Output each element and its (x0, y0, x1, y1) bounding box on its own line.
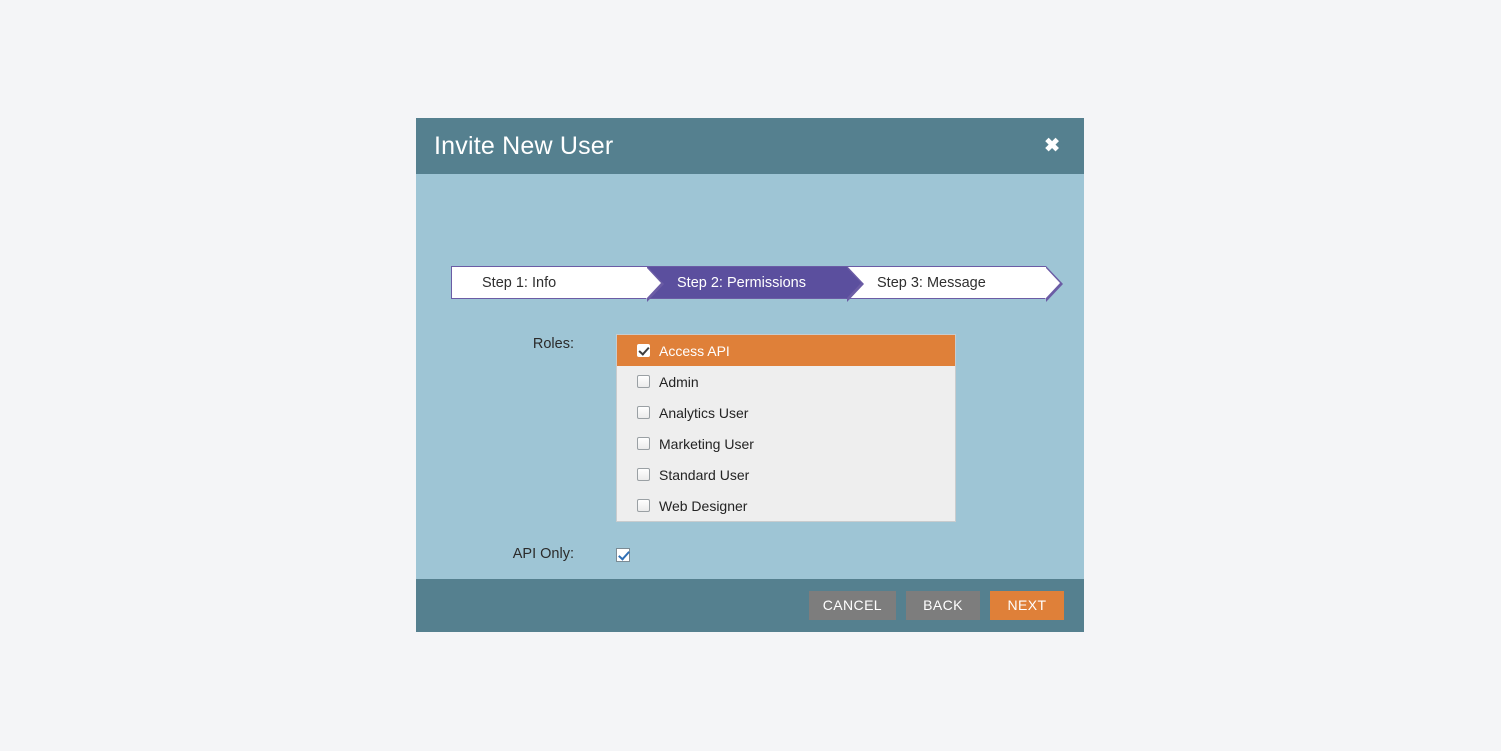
next-button[interactable]: NEXT (990, 591, 1064, 620)
roles-list[interactable]: Access API Admin Analytics User Marketin… (616, 334, 956, 522)
api-only-checkbox-wrap (616, 544, 630, 564)
modal-footer: CANCEL BACK NEXT (416, 579, 1084, 632)
api-only-checkbox[interactable] (616, 547, 630, 562)
modal-header: Invite New User ✖ (416, 118, 1084, 174)
wizard-step-3-label: Step 3: Message (877, 274, 986, 291)
list-item-label: Marketing User (659, 435, 754, 452)
api-only-label: API Only: (512, 546, 574, 562)
checkbox-icon[interactable] (637, 468, 650, 481)
wizard-step-1[interactable]: Step 1: Info (451, 265, 664, 302)
list-item[interactable]: Standard User (617, 459, 955, 490)
list-item-label: Standard User (659, 466, 750, 483)
checkbox-icon[interactable] (637, 406, 650, 419)
cancel-button[interactable]: CANCEL (808, 591, 896, 620)
chevron-right-inner-icon (1045, 267, 1060, 299)
modal-body: Step 1: Info Step 2: Permissions Step 3:… (416, 174, 1084, 579)
close-icon[interactable]: ✖ (1040, 135, 1064, 158)
list-item[interactable]: Web Designer (617, 490, 955, 521)
list-item[interactable]: Access API (617, 335, 955, 366)
checkbox-icon[interactable] (637, 375, 650, 388)
api-only-field-row: API Only: (416, 544, 1084, 564)
back-button[interactable]: BACK (906, 591, 980, 620)
list-item-label: Admin (659, 373, 699, 390)
roles-label: Roles: (532, 336, 574, 352)
wizard-step-1-label: Step 1: Info (482, 274, 557, 291)
list-item-label: Access API (659, 342, 730, 359)
chevron-right-inner-icon (846, 267, 861, 299)
list-item[interactable]: Marketing User (617, 428, 955, 459)
list-item[interactable]: Admin (617, 366, 955, 397)
wizard-step-2-label: Step 2: Permissions (677, 274, 806, 291)
list-item-label: Web Designer (659, 497, 748, 514)
checkbox-icon[interactable] (637, 344, 650, 357)
invite-new-user-modal: Invite New User ✖ Step 1: Info Step 2: P… (416, 118, 1084, 632)
wizard-step-3[interactable]: Step 3: Message (847, 265, 1063, 302)
roles-field-row: Roles: Access API Admin Analytics User M… (416, 334, 1084, 522)
chevron-right-inner-icon (646, 267, 661, 299)
list-item-label: Analytics User (659, 404, 749, 421)
page-title: Invite New User (434, 131, 614, 160)
checkbox-icon[interactable] (637, 437, 650, 450)
wizard-step-2[interactable]: Step 2: Permissions (647, 265, 864, 302)
wizard-step-bar: Step 1: Info Step 2: Permissions Step 3:… (451, 265, 1063, 302)
checkbox-icon[interactable] (637, 499, 650, 512)
list-item[interactable]: Analytics User (617, 397, 955, 428)
